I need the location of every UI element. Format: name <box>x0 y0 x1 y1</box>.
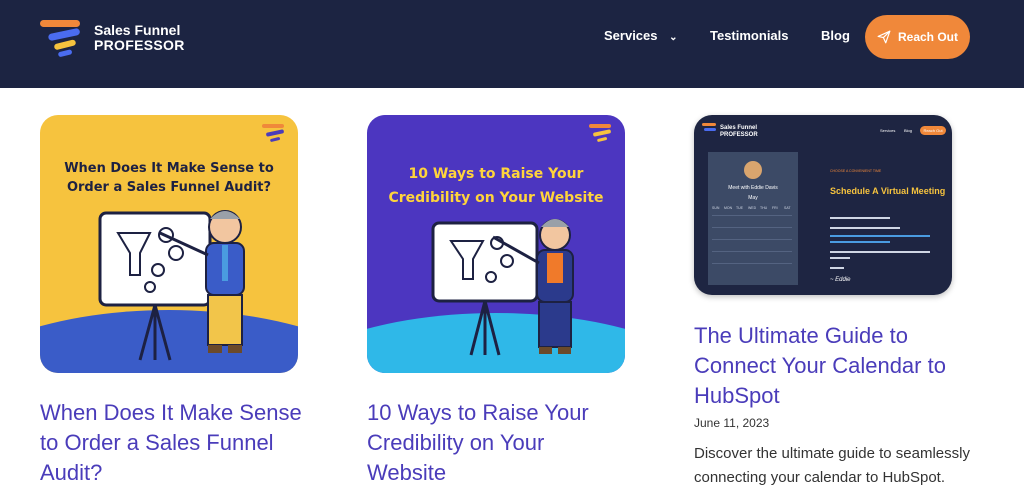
nav-services[interactable]: Services ⌄ <box>604 28 678 43</box>
post-title-2[interactable]: 10 Ways to Raise Your Credibility on You… <box>367 398 617 488</box>
calendar-nav-blog: Blog <box>904 128 912 133</box>
send-icon <box>877 30 891 44</box>
calendar-day: SUN <box>712 206 720 210</box>
calendar-nav-services: Services <box>880 128 895 133</box>
post-thumbnail-2[interactable]: 10 Ways to Raise Your Credibility on You… <box>367 115 625 373</box>
calendar-day: THU <box>760 206 768 210</box>
calendar-day: SAT <box>784 206 791 210</box>
professor-whiteboard-illustration <box>40 210 298 373</box>
post-thumbnail-3[interactable]: Sales Funnel PROFESSOR Services Blog Rea… <box>694 115 952 295</box>
logo-line2: PROFESSOR <box>94 37 185 53</box>
site-logo[interactable]: Sales Funnel PROFESSOR <box>40 18 184 60</box>
calendar-kicker: CHOOSE A CONVENIENT TIME <box>830 169 882 173</box>
chevron-down-icon: ⌄ <box>669 32 678 43</box>
post-title-3[interactable]: The Ultimate Guide to Connect Your Calen… <box>694 321 984 411</box>
funnel-logo-icon <box>40 20 80 57</box>
calendar-brand-line1: Sales Funnel <box>720 125 757 131</box>
post-thumbnail-1[interactable]: When Does It Make Sense to Order a Sales… <box>40 115 298 373</box>
post-date: June 11, 2023 <box>694 416 770 430</box>
post-excerpt: Discover the ultimate guide to seamlessl… <box>694 445 970 486</box>
calendar-day: WED <box>748 206 757 210</box>
calendar-meet-label: Meet with Eddie Davis <box>728 185 778 191</box>
post-title-1[interactable]: When Does It Make Sense to Order a Sales… <box>40 398 320 488</box>
reach-out-label: Reach Out <box>897 30 958 44</box>
reach-out-button[interactable]: Reach Out <box>865 15 970 59</box>
calendar-day: FRI <box>772 206 778 210</box>
calendar-signoff: ~ Eddie <box>830 277 851 283</box>
calendar-screenshot-illustration: Sales Funnel PROFESSOR Services Blog Rea… <box>702 123 946 285</box>
calendar-month: May <box>748 195 758 201</box>
nav-testimonials[interactable]: Testimonials <box>710 28 789 43</box>
logo-line1: Sales Funnel <box>94 22 181 38</box>
calendar-nav-cta: Reach Out <box>923 128 943 133</box>
calendar-brand-line2: PROFESSOR <box>720 132 758 138</box>
site-header: Sales Funnel PROFESSOR Services ⌄ Testim… <box>0 0 1024 88</box>
calendar-heading: Schedule A Virtual Meeting <box>830 186 945 196</box>
calendar-day: TUE <box>736 206 744 210</box>
professor-whiteboard-illustration <box>367 219 625 373</box>
logo-wordmark: Sales Funnel PROFESSOR <box>94 23 185 53</box>
nav-blog[interactable]: Blog <box>821 28 850 43</box>
calendar-day: MON <box>724 206 733 210</box>
nav-services-label: Services <box>604 28 658 43</box>
